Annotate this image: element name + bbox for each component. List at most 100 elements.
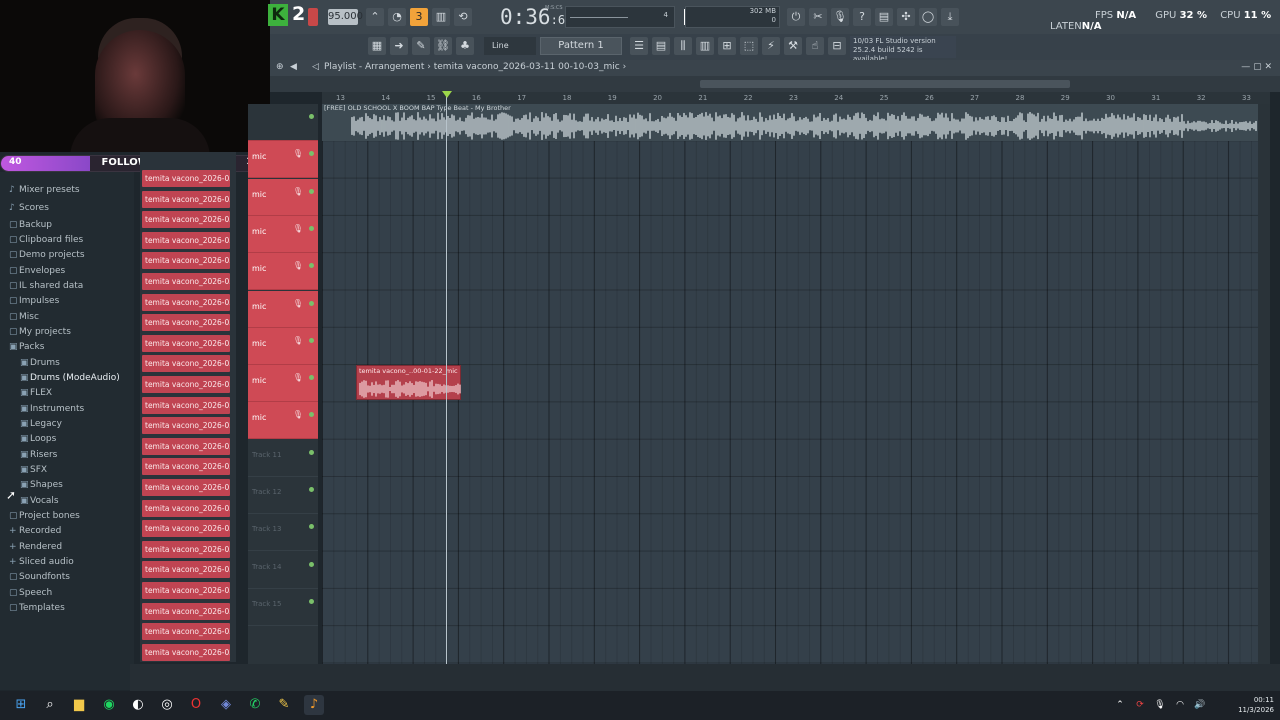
browser-item[interactable]: ▣SFX xyxy=(20,465,47,475)
file-explorer-icon[interactable]: ▆ xyxy=(69,695,89,715)
track-header[interactable]: mic 🎙 xyxy=(248,178,318,216)
channel-button[interactable]: temita vacono_2026-03-... xyxy=(142,520,230,538)
browser-item[interactable]: ▣Drums xyxy=(20,358,60,368)
playlist-vscroll[interactable] xyxy=(1258,104,1270,664)
mic-icon[interactable]: 🎙 xyxy=(293,224,303,233)
track-header[interactable]: mic 🎙 xyxy=(248,141,318,179)
speaker-icon[interactable]: ◀ xyxy=(290,62,297,72)
channel-button[interactable]: temita vacono_2026-03-... xyxy=(142,602,230,620)
help-icon[interactable]: ? xyxy=(853,8,871,26)
browser-item[interactable]: ▣Instruments xyxy=(20,404,84,414)
track-header[interactable]: Track 11 xyxy=(248,439,318,477)
link-icon[interactable]: ⛓ xyxy=(434,37,452,55)
track-enable-led[interactable] xyxy=(309,598,314,604)
track-enable-led[interactable] xyxy=(309,487,314,492)
browser-item[interactable]: ▢Soundfonts xyxy=(9,572,70,582)
channel-button[interactable]: temita vacono_2026-03-... xyxy=(142,643,230,661)
window-controls[interactable]: — ▢ ✕ xyxy=(1241,62,1272,72)
pencil-icon[interactable]: ✎ xyxy=(412,37,430,55)
channel-button[interactable]: temita vacono_2026-03-... xyxy=(142,540,230,558)
browser-item[interactable]: ▢Envelopes xyxy=(9,266,65,276)
playlist-hscroll[interactable] xyxy=(270,76,1280,92)
browser-item[interactable]: ▢Backup xyxy=(9,220,52,230)
power-icon[interactable]: ⏻ xyxy=(787,8,805,26)
browser-item[interactable]: ▢Templates xyxy=(9,603,65,613)
pattern-select[interactable]: Pattern 1 xyxy=(540,37,622,55)
browser-item[interactable]: ▣Loops xyxy=(20,434,56,444)
wifi-icon[interactable]: ◠ xyxy=(1170,695,1190,715)
loop-record-icon[interactable]: ⟲ xyxy=(454,8,472,26)
track-enable-led[interactable] xyxy=(309,561,314,567)
mic-icon[interactable]: 🎙 xyxy=(293,299,303,308)
track-header[interactable]: mic 🎙 xyxy=(248,253,318,291)
browser-item[interactable]: ▢Clipboard files xyxy=(9,235,83,245)
track-header[interactable]: mic 🎙 xyxy=(248,215,318,253)
spotify-icon[interactable]: ◉ xyxy=(99,695,119,715)
search-icon[interactable]: ⌕ xyxy=(40,695,60,715)
track-header[interactable]: Track 13 xyxy=(248,514,318,552)
system-clock[interactable]: 00:11 11/3/2026 xyxy=(1238,695,1274,715)
playlist-icon[interactable]: ☰ xyxy=(630,37,648,55)
channel-button[interactable]: temita vacono_2026-03-... xyxy=(142,458,230,476)
cut-icon[interactable]: ✂ xyxy=(809,8,827,26)
channel-button[interactable]: temita vacono_2026-03-... xyxy=(142,170,230,187)
discord-icon[interactable]: ◈ xyxy=(216,695,236,715)
playhead[interactable] xyxy=(446,92,447,664)
download-icon[interactable]: ⤓ xyxy=(941,8,959,26)
channel-button[interactable]: temita vacono_2026-03-... xyxy=(142,396,230,414)
browser-item[interactable]: ▣Packs xyxy=(9,342,44,352)
obs-icon[interactable]: ◎ xyxy=(157,695,177,715)
mic-icon[interactable]: 🎙 xyxy=(293,149,303,158)
notes-icon[interactable]: ✎ xyxy=(274,695,294,715)
piano-roll-icon[interactable]: ▥ xyxy=(696,37,714,55)
chat-icon[interactable]: ◯ xyxy=(919,8,937,26)
channel-button[interactable]: temita vacono_2026-03-... xyxy=(142,437,230,455)
browser-item[interactable]: ♪ Scores xyxy=(9,203,49,213)
channel-button[interactable]: temita vacono_2026-03-... xyxy=(142,355,230,373)
tempo-display[interactable]: 95.000 xyxy=(328,9,363,25)
audio-clip-beat[interactable]: [FREE] OLD SCHOOL X BOOM BAP Type Beat -… xyxy=(322,104,1258,141)
countdown-icon[interactable]: 3 xyxy=(410,8,428,26)
track-header[interactable]: mic 🎙 xyxy=(248,402,318,440)
channel-button[interactable]: temita vacono_2026-03-... xyxy=(142,314,230,332)
channel-button[interactable]: temita vacono_2026-03-... xyxy=(142,623,230,641)
channel-button[interactable]: temita vacono_2026-03-... xyxy=(142,211,230,229)
image-line-logo[interactable]: K xyxy=(268,4,288,26)
track-enable-led[interactable] xyxy=(309,300,314,306)
browser-item[interactable]: + Rendered xyxy=(9,542,62,552)
volume-icon[interactable]: 🔊 xyxy=(1190,695,1210,715)
track-enable-led[interactable] xyxy=(309,524,314,530)
mixer-icon[interactable]: ⫼ xyxy=(674,37,692,55)
plugin-icon[interactable]: ✣ xyxy=(897,8,915,26)
metronome-icon[interactable]: ⌃ xyxy=(366,8,384,26)
channel-button[interactable]: temita vacono_2026-03-... xyxy=(142,561,230,579)
track-enable-led[interactable] xyxy=(309,188,314,194)
mic-icon[interactable]: 🎙 xyxy=(293,261,303,270)
browser-item[interactable]: ▣Drums (ModeAudio) xyxy=(20,373,120,383)
track-enable-led[interactable] xyxy=(309,449,314,455)
channel-button[interactable]: temita vacono_2026-03-... xyxy=(142,293,230,311)
timeline-ruler[interactable]: 13 14 15 16 17 18 19 20 21 22 23 24 25 26 27 28 29 30 31 32… xyxy=(322,92,1270,104)
channel-button[interactable]: temita vacono_2026-03-... xyxy=(142,334,230,352)
browser-item[interactable]: ▢My projects xyxy=(9,327,71,337)
piano-icon[interactable]: ▦ xyxy=(368,37,386,55)
steam-icon[interactable]: ◐ xyxy=(128,695,148,715)
channel-button[interactable]: temita vacono_2026-03-... xyxy=(142,252,230,270)
channel-button[interactable]: temita vacono_2026-03-... xyxy=(142,273,230,290)
browser-item[interactable]: + Sliced audio xyxy=(9,557,74,567)
browser-item[interactable]: ▣Shapes xyxy=(20,480,63,490)
track-enable-led[interactable] xyxy=(309,412,314,418)
touch-icon[interactable]: ☝ xyxy=(806,37,824,55)
track-header[interactable] xyxy=(248,104,318,141)
track-header[interactable]: Track 12 xyxy=(248,477,318,514)
browser-item[interactable]: ▢Speech xyxy=(9,588,52,598)
playlist-grid[interactable] xyxy=(322,104,1258,664)
channel-button[interactable]: temita vacono_2026-03-... xyxy=(142,376,230,393)
track-enable-led[interactable] xyxy=(309,114,314,119)
track-enable-led[interactable] xyxy=(309,263,314,269)
track-enable-led[interactable] xyxy=(309,151,314,157)
track-header[interactable]: mic 🎙 xyxy=(248,327,318,365)
mic-icon[interactable]: 🎙 xyxy=(293,373,303,382)
browser-item[interactable]: ♪ Mixer presets xyxy=(9,185,80,195)
snap-select[interactable]: Line xyxy=(484,37,536,55)
